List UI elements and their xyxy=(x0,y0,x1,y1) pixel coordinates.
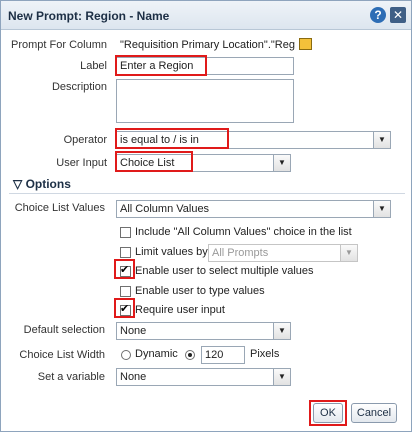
options-divider xyxy=(9,193,405,194)
limit-values-checkbox[interactable] xyxy=(120,247,131,258)
set-variable-select[interactable]: None ▼ xyxy=(116,368,291,386)
user-input-select[interactable]: Choice List ▼ xyxy=(116,154,291,172)
description-label: Description xyxy=(51,81,107,93)
choice-list-values-label: Choice List Values xyxy=(14,202,105,214)
options-section-header[interactable]: ▽ Options xyxy=(13,177,71,191)
choice-list-values-value: All Column Values xyxy=(120,203,210,215)
operator-select[interactable]: is equal to / is in ▼ xyxy=(116,131,391,149)
prompt-for-column-value: "Requisition Primary Location"."Reg xyxy=(120,39,295,51)
collapse-triangle-icon: ▽ xyxy=(13,177,26,191)
prompt-for-column-label: Prompt For Column xyxy=(11,39,107,51)
chevron-down-icon[interactable]: ▼ xyxy=(273,323,290,339)
label-input[interactable]: Enter a Region xyxy=(116,57,294,75)
default-selection-select[interactable]: None ▼ xyxy=(116,322,291,340)
edit-column-icon[interactable] xyxy=(299,38,312,50)
label-field-label: Label xyxy=(80,60,107,72)
type-values-checkbox[interactable] xyxy=(120,286,131,297)
help-icon[interactable]: ? xyxy=(370,7,386,23)
chevron-down-icon[interactable]: ▼ xyxy=(340,245,357,261)
include-all-values-label: Include "All Column Values" choice in th… xyxy=(135,226,352,238)
default-selection-value: None xyxy=(120,325,147,337)
chevron-down-icon[interactable]: ▼ xyxy=(273,369,290,385)
user-input-value: Choice List xyxy=(120,157,175,169)
fixed-width-radio[interactable] xyxy=(185,350,195,360)
type-values-label: Enable user to type values xyxy=(135,285,265,297)
new-prompt-dialog: New Prompt: Region - Name ? ✕ Prompt For… xyxy=(0,0,412,432)
cancel-button[interactable]: Cancel xyxy=(351,403,397,423)
limit-values-select[interactable]: All Prompts ▼ xyxy=(208,244,358,262)
ok-button[interactable]: OK xyxy=(313,403,343,423)
pixels-label: Pixels xyxy=(250,348,280,360)
set-variable-label: Set a variable xyxy=(37,371,105,383)
operator-value: is equal to / is in xyxy=(120,134,199,146)
chevron-down-icon[interactable]: ▼ xyxy=(373,201,390,217)
dialog-title: New Prompt: Region - Name xyxy=(8,9,170,23)
default-selection-label: Default selection xyxy=(23,324,105,336)
limit-values-label: Limit values by xyxy=(135,246,208,258)
user-input-label: User Input xyxy=(56,157,107,169)
choice-list-values-select[interactable]: All Column Values ▼ xyxy=(116,200,391,218)
dynamic-radio[interactable] xyxy=(121,350,131,360)
description-textarea[interactable] xyxy=(116,79,294,123)
chevron-down-icon[interactable]: ▼ xyxy=(373,132,390,148)
close-icon[interactable]: ✕ xyxy=(390,7,406,23)
width-input[interactable]: 120 xyxy=(201,346,245,364)
require-input-label: Require user input xyxy=(135,304,225,316)
dynamic-label: Dynamic xyxy=(135,348,178,360)
require-input-checkbox[interactable] xyxy=(120,302,131,316)
operator-label: Operator xyxy=(63,134,107,146)
choice-list-width-label: Choice List Width xyxy=(19,349,105,361)
multiple-values-checkbox[interactable] xyxy=(120,263,131,277)
chevron-down-icon[interactable]: ▼ xyxy=(273,155,290,171)
multiple-values-label: Enable user to select multiple values xyxy=(135,265,314,277)
set-variable-value: None xyxy=(120,371,147,383)
include-all-values-checkbox[interactable] xyxy=(120,227,131,238)
limit-values-select-value: All Prompts xyxy=(212,247,269,259)
dialog-titlebar: New Prompt: Region - Name ? ✕ xyxy=(1,1,411,30)
